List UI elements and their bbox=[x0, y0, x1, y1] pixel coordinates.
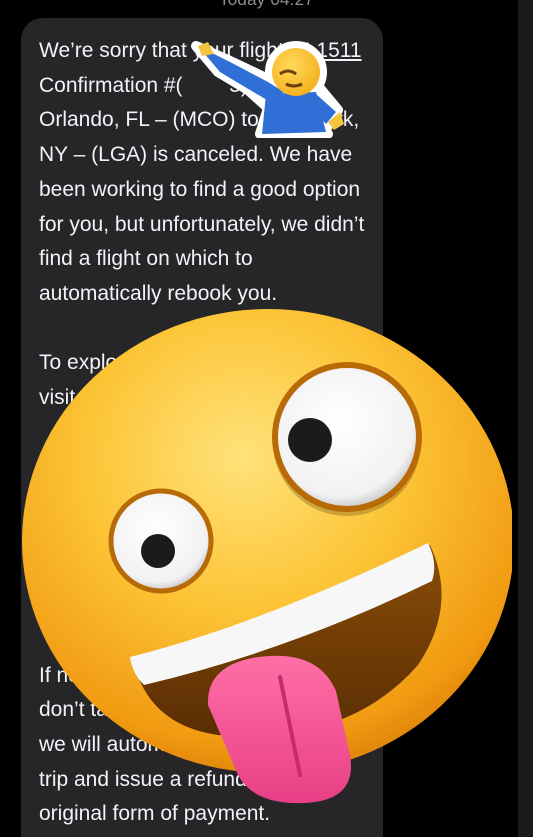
zany-face-sticker-icon bbox=[22, 309, 512, 804]
message-timestamp: Today 04:27 bbox=[0, 0, 533, 10]
messages-screen: Today 04:27 We’re sorry that your flight… bbox=[0, 0, 533, 837]
screen-edge bbox=[518, 0, 533, 837]
person-dabbing-sticker-icon bbox=[191, 41, 344, 138]
